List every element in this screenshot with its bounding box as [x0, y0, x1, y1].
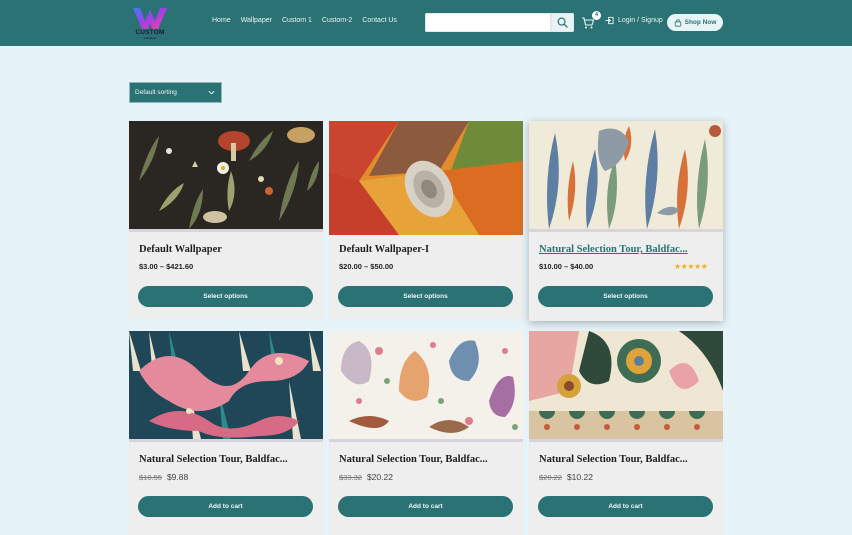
product-title[interactable]: Natural Selection Tour, Baldfac... — [539, 244, 715, 255]
chevron-down-icon — [208, 90, 215, 95]
login-label: Login / Signup — [618, 17, 663, 24]
product-price: $3.00 – $421.60 — [139, 262, 194, 271]
nav-home[interactable]: Home — [212, 17, 231, 24]
logo-subtext: wallpaper — [143, 36, 157, 40]
heron-leaves-pattern — [529, 121, 723, 229]
product-old-price: $33.32 — [339, 473, 362, 482]
logo-text: CUSTOM — [135, 29, 165, 36]
product-price: $10.00 – $40.00 — [539, 262, 594, 271]
site-header: CUSTOM wallpaper Home Wallpaper Custom 1… — [0, 0, 852, 46]
search-bar — [425, 13, 574, 32]
product-image[interactable] — [329, 331, 523, 439]
card-divider — [529, 229, 723, 232]
product-sale-price: $10.22 — [566, 472, 593, 482]
site-logo[interactable]: CUSTOM wallpaper — [131, 5, 169, 41]
product-card[interactable]: Default Wallpaper-I $20.00 – $50.00 Sele… — [329, 121, 523, 319]
search-input[interactable] — [425, 13, 551, 32]
product-title[interactable]: Natural Selection Tour, Baldfac... — [539, 454, 715, 465]
product-price: $10.55 $9.88 — [139, 472, 188, 482]
nav-contact-us[interactable]: Contact Us — [362, 17, 397, 24]
login-signup-link[interactable]: Login / Signup — [605, 16, 663, 25]
select-options-button[interactable]: Select options — [538, 286, 713, 307]
add-to-cart-button[interactable]: Add to cart — [138, 496, 313, 517]
cart-count-badge: 4 — [592, 11, 601, 20]
shop-now-button[interactable]: Shop Now — [667, 14, 723, 31]
product-old-price: $10.55 — [139, 473, 162, 482]
product-card[interactable]: Default Wallpaper $3.00 – $421.60 Select… — [129, 121, 323, 319]
card-divider — [129, 439, 323, 442]
product-card[interactable]: Natural Selection Tour, Baldfac... $20.2… — [529, 331, 723, 535]
product-price: $33.32 $20.22 — [339, 472, 393, 482]
card-divider — [129, 229, 323, 232]
sorting-select[interactable]: Default sorting — [129, 82, 222, 103]
rating-stars: ★★★★★ — [674, 262, 708, 271]
product-image[interactable] — [129, 121, 323, 229]
sorting-selected-value: Default sorting — [135, 89, 177, 96]
main-nav: Home Wallpaper Custom 1 Custom-2 Contact… — [212, 17, 397, 24]
folk-flowers-pattern — [529, 331, 723, 439]
logo-mark — [133, 8, 167, 29]
product-sale-price: $9.88 — [166, 472, 189, 482]
product-title[interactable]: Natural Selection Tour, Baldfac... — [339, 454, 515, 465]
product-sale-price: $20.22 — [366, 472, 393, 482]
shop-bag-icon — [674, 18, 681, 27]
fabric-roll-pattern — [329, 121, 523, 235]
search-icon — [557, 17, 568, 28]
select-options-button[interactable]: Select options — [138, 286, 313, 307]
pink-dragon-pattern — [129, 331, 323, 439]
product-old-price: $20.22 — [539, 473, 562, 482]
product-title[interactable]: Default Wallpaper — [139, 244, 315, 255]
product-price: $20.00 – $50.00 — [339, 262, 394, 271]
product-image[interactable] — [329, 121, 523, 235]
card-divider — [329, 439, 523, 442]
product-card[interactable]: Natural Selection Tour, Baldfac... $10.0… — [529, 121, 723, 321]
floral-animals-pattern — [329, 331, 523, 439]
add-to-cart-button[interactable]: Add to cart — [338, 496, 513, 517]
product-image[interactable] — [529, 331, 723, 439]
shop-now-label: Shop Now — [684, 19, 717, 26]
card-divider — [529, 439, 723, 442]
product-card[interactable]: Natural Selection Tour, Baldfac... $33.3… — [329, 331, 523, 535]
product-image[interactable] — [129, 331, 323, 439]
nav-custom-2[interactable]: Custom-2 — [322, 17, 352, 24]
product-title[interactable]: Default Wallpaper-I — [339, 244, 515, 255]
search-button[interactable] — [551, 13, 574, 32]
login-icon — [605, 16, 614, 25]
dark-botanical-pattern — [129, 121, 323, 229]
product-card[interactable]: Natural Selection Tour, Baldfac... $10.5… — [129, 331, 323, 535]
nav-wallpaper[interactable]: Wallpaper — [241, 17, 272, 24]
select-options-button[interactable]: Select options — [338, 286, 513, 307]
nav-custom-1[interactable]: Custom 1 — [282, 17, 312, 24]
add-to-cart-button[interactable]: Add to cart — [538, 496, 713, 517]
product-image[interactable] — [529, 121, 723, 229]
product-price: $20.22 $10.22 — [539, 472, 593, 482]
product-title[interactable]: Natural Selection Tour, Baldfac... — [139, 454, 315, 465]
